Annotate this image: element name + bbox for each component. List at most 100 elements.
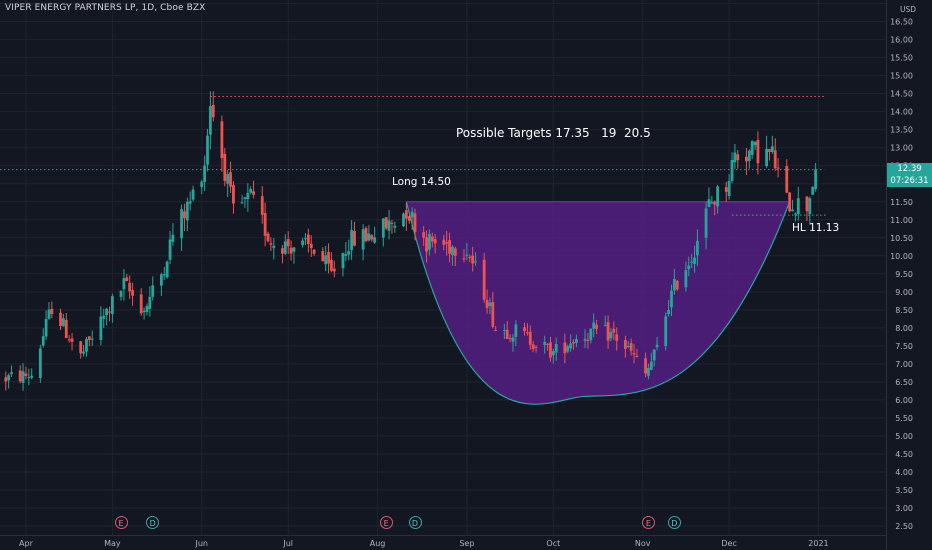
candle-body <box>569 343 573 349</box>
candle-body <box>471 255 475 264</box>
candle-body <box>811 187 815 195</box>
time-tick-label: Sep <box>459 539 474 548</box>
candle-body <box>226 174 230 184</box>
candle-body <box>606 322 610 341</box>
candle-body <box>162 274 166 276</box>
price-tick-label: 4.00 <box>895 468 913 477</box>
candle-body <box>566 346 570 352</box>
candle-body <box>448 240 451 254</box>
candle-body <box>249 189 253 193</box>
candle-body <box>41 336 45 346</box>
candle-body <box>791 209 794 212</box>
candle-body <box>785 166 789 193</box>
time-tick-label: 2021 <box>808 539 828 548</box>
candle-body <box>430 236 434 242</box>
candle-body <box>79 341 83 354</box>
time-axis[interactable]: Apr May Jun Jul Aug Sep Oct Nov Dec 2021 <box>0 535 886 550</box>
price-tick-label: 2.50 <box>895 522 913 531</box>
candle-body <box>514 324 518 337</box>
candle-body <box>511 337 515 342</box>
candle-body <box>309 243 313 249</box>
candle-body <box>185 201 189 221</box>
price-tick-label: 11.50 <box>890 198 913 207</box>
candle-body <box>756 139 760 164</box>
candle-body <box>768 149 771 152</box>
candle-body <box>644 358 647 374</box>
candle-body <box>108 311 111 313</box>
candle-body <box>675 280 679 290</box>
price-tick-label: 9.50 <box>895 270 913 279</box>
candle-body <box>672 278 676 291</box>
candle-body <box>330 260 333 271</box>
price-tick-label: 7.50 <box>895 342 913 351</box>
candle-body <box>724 187 728 192</box>
candle-body <box>145 306 149 312</box>
candle-body <box>321 251 325 262</box>
symbol-title[interactable]: VIPER ENERGY PARTNERS LP, 1D, Cboe BZX <box>5 3 205 13</box>
candle-body <box>531 344 535 350</box>
higher-low-annotation[interactable]: HL 11.13 <box>792 222 839 234</box>
candle-body <box>283 241 287 254</box>
earnings-event-icon[interactable]: E <box>641 516 655 529</box>
price-tick-label: 6.00 <box>895 396 913 405</box>
time-tick-label: Aug <box>370 539 386 548</box>
candle-body <box>485 300 489 309</box>
candle-body <box>482 259 486 300</box>
candle-body <box>664 316 668 346</box>
candle-body <box>211 104 215 118</box>
candle-body <box>808 198 812 214</box>
candle-body <box>410 211 414 218</box>
dividend-event-icon[interactable]: D <box>408 516 422 529</box>
candle-body <box>523 327 526 332</box>
candle-body <box>142 310 146 313</box>
candle-body <box>716 186 720 207</box>
candle-body <box>10 372 13 374</box>
candle-body <box>332 268 336 272</box>
candle-body <box>119 290 123 297</box>
dividend-event-icon[interactable]: D <box>667 516 681 529</box>
candle-body <box>289 247 293 254</box>
candle-body <box>266 233 270 242</box>
long-entry-annotation[interactable]: Long 14.50 <box>392 176 451 188</box>
candle-body <box>67 339 71 341</box>
targets-annotation[interactable]: Possible Targets 17.35 19 20.5 <box>456 126 651 140</box>
earnings-event-icon[interactable]: E <box>379 516 393 529</box>
price-tick-label: 4.50 <box>895 450 913 459</box>
candle-body <box>384 217 388 229</box>
cup-pattern <box>405 201 791 405</box>
candle-body <box>361 229 365 250</box>
price-chart[interactable]: 2.50 3.00 3.50 4.00 4.50 5.00 5.50 6.00 6.50 7.00… <box>0 0 932 550</box>
candle-body <box>188 201 192 204</box>
earnings-event-icon[interactable]: E <box>114 516 128 529</box>
price-axis[interactable]: 2.50 3.00 3.50 4.00 4.50 5.00 5.50 6.00 6.50 7.00… <box>886 0 932 550</box>
candle-body <box>655 344 659 348</box>
candle-body <box>128 282 132 292</box>
candle-body <box>220 121 224 159</box>
candle-body <box>589 328 593 341</box>
candle-body <box>667 310 671 315</box>
candle-body <box>428 233 431 250</box>
candle-body <box>110 296 114 314</box>
candle-body <box>191 189 195 200</box>
candle-body <box>629 343 633 351</box>
candle-body <box>745 156 748 162</box>
candle-body <box>4 377 8 382</box>
candle-body <box>543 341 547 346</box>
candle-body <box>442 239 446 245</box>
candle-body <box>713 201 717 205</box>
candle-body <box>367 233 371 241</box>
candle-body <box>796 198 800 215</box>
candle-body <box>82 351 85 354</box>
price-tick-label: 16.00 <box>890 36 913 45</box>
time-tick-label: May <box>104 539 121 548</box>
candle-body <box>171 234 175 242</box>
candle-body <box>612 328 616 333</box>
candle-body <box>805 196 809 212</box>
candle-body <box>203 165 207 183</box>
candle-body <box>393 225 397 228</box>
candle-body <box>462 258 466 260</box>
time-tick-label: Nov <box>635 539 651 548</box>
candle-body <box>453 248 457 256</box>
time-tick-label: Oct <box>546 539 560 548</box>
candle-body <box>422 232 426 238</box>
